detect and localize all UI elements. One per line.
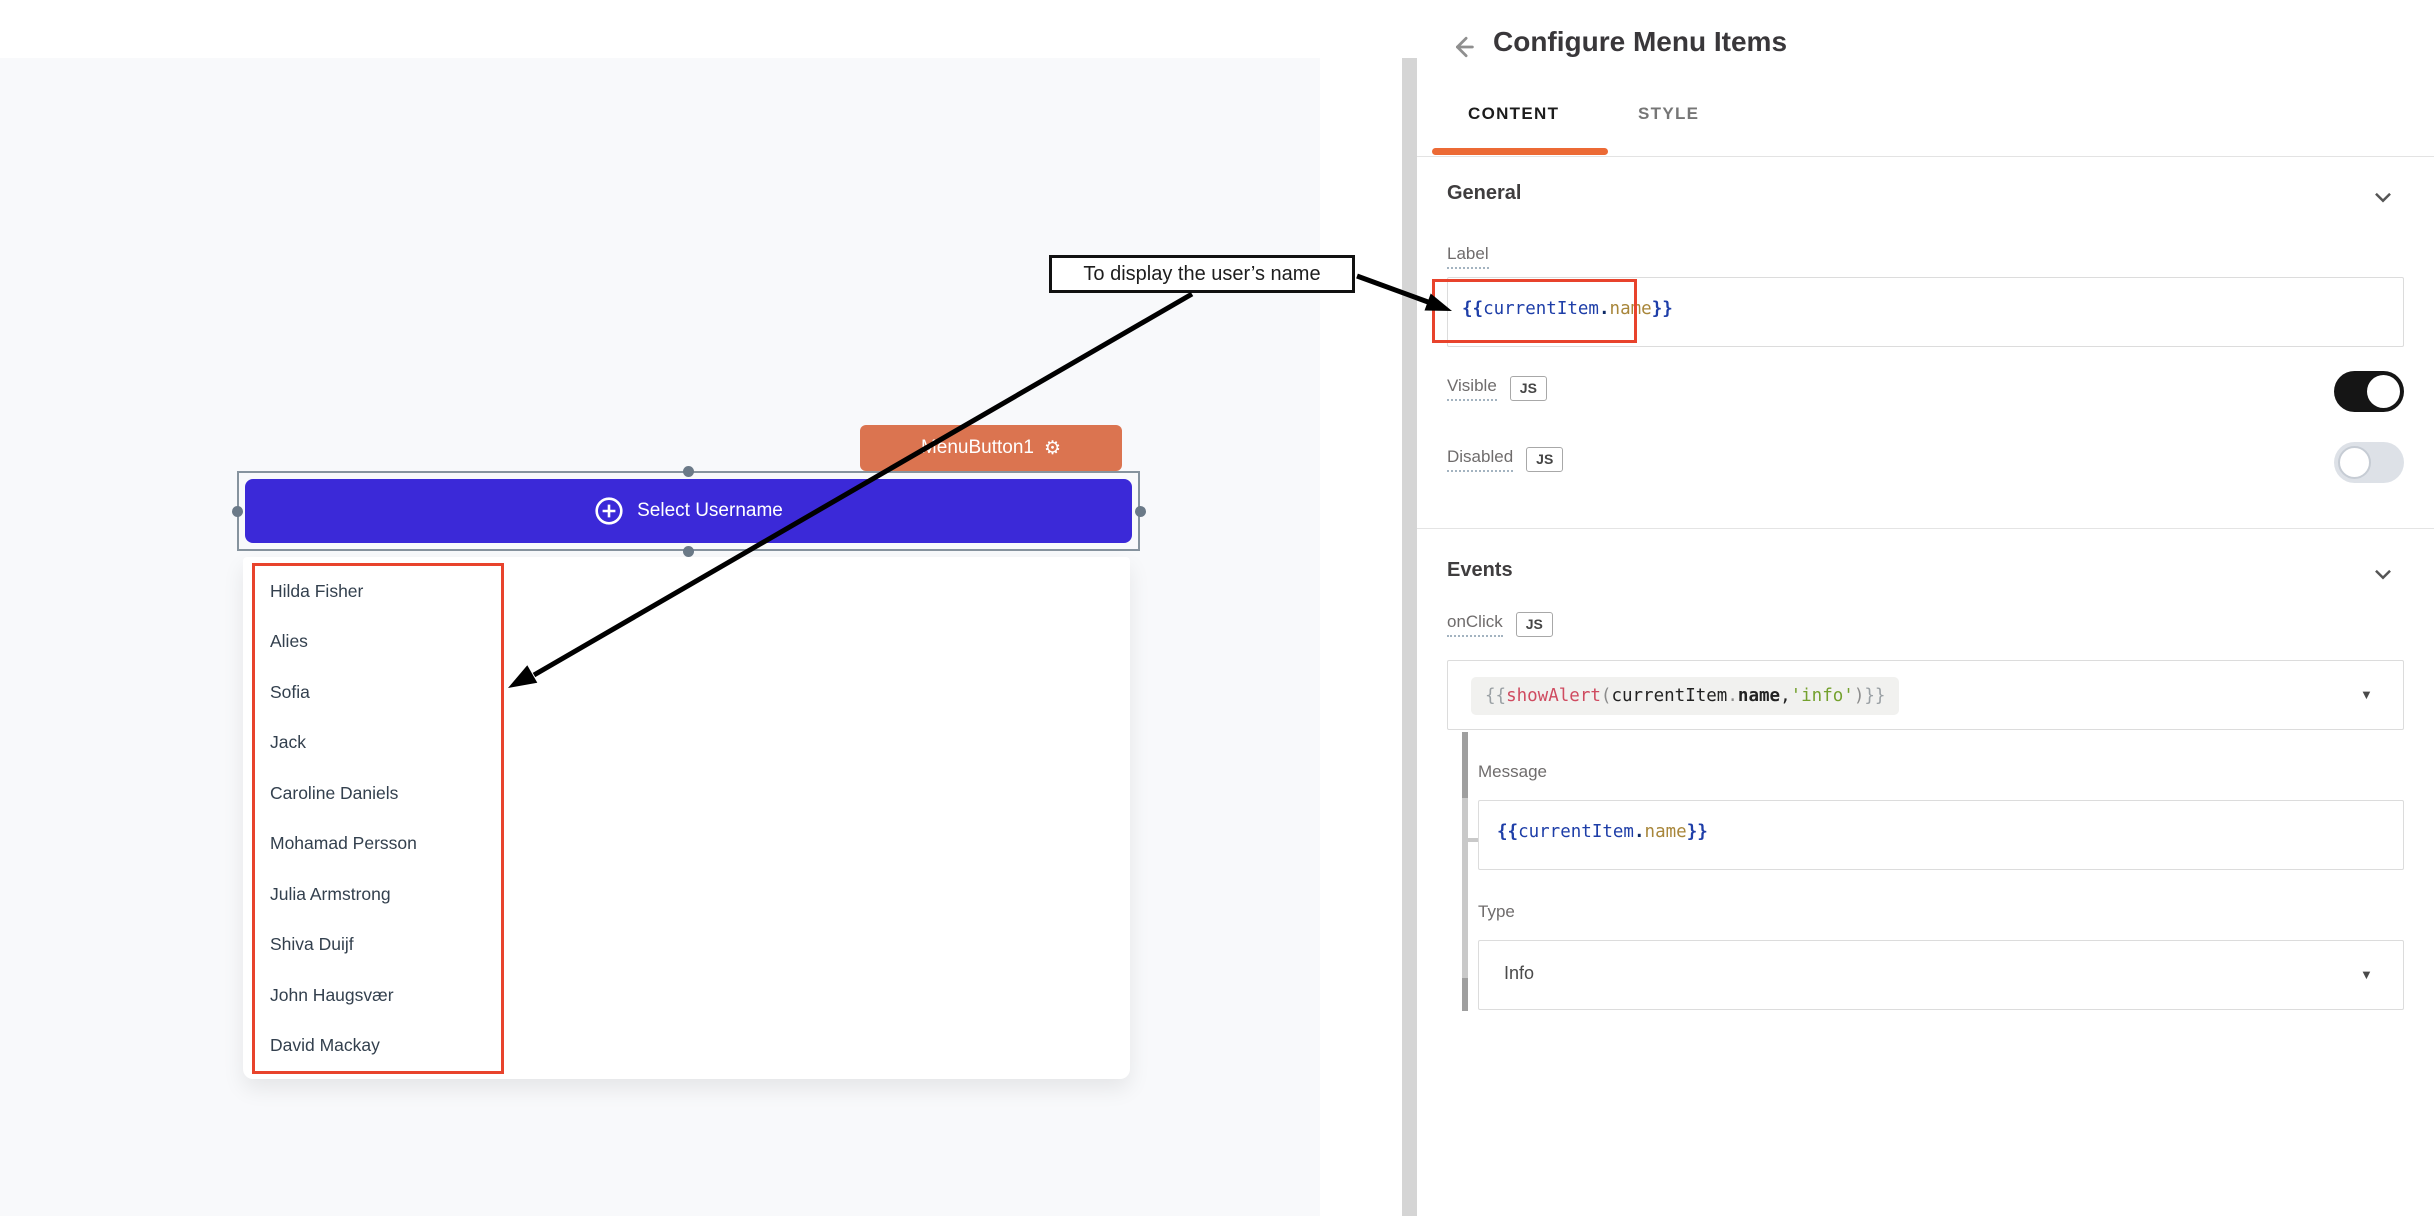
app-window: MenuButton1 ⚙ Select Username Hilda Fish… (0, 0, 2434, 1216)
widget-name-tag[interactable]: MenuButton1 ⚙ (860, 425, 1122, 471)
visible-toggle[interactable] (2334, 371, 2404, 412)
chevron-down-icon[interactable] (2370, 184, 2396, 210)
menu-item[interactable]: John Haugsvær (255, 970, 501, 1021)
dropdown-caret-icon[interactable]: ▼ (2360, 967, 2373, 982)
menu-item[interactable]: Jack (255, 718, 501, 769)
onclick-property-name: onClick (1447, 612, 1503, 637)
menu-item[interactable]: Shiva Duijf (255, 920, 501, 971)
disabled-toggle[interactable] (2334, 442, 2404, 483)
annotation-text: To display the user’s name (1083, 263, 1320, 286)
menu-item[interactable]: Caroline Daniels (255, 768, 501, 819)
section-general[interactable]: General (1447, 182, 1521, 205)
menu-item[interactable]: Hilda Fisher (255, 566, 501, 617)
back-arrow-icon[interactable] (1448, 32, 1478, 62)
active-tab-indicator (1432, 148, 1608, 155)
annotation-callout: To display the user’s name (1049, 255, 1355, 293)
menu-item[interactable]: Alies (255, 617, 501, 668)
onclick-js-toggle-badge[interactable]: JS (1516, 612, 1553, 637)
menu-item-list-highlight: Hilda FisherAliesSofiaJackCaroline Danie… (252, 563, 504, 1074)
visible-property-name: Visible (1447, 376, 1497, 401)
type-property-name: Type (1478, 902, 1515, 922)
indent-bar-cap (1462, 732, 1468, 798)
menu-button-widget[interactable]: Select Username (245, 479, 1132, 543)
indent-bar-cap (1462, 978, 1468, 1011)
visible-js-toggle-badge[interactable]: JS (1510, 376, 1547, 401)
resize-handle-top[interactable] (683, 466, 694, 477)
label-code-input[interactable]: {{currentItem.name}} (1447, 277, 2404, 347)
resize-handle-right[interactable] (1135, 506, 1146, 517)
chevron-down-icon[interactable] (2370, 561, 2396, 587)
disabled-js-toggle-badge[interactable]: JS (1526, 447, 1563, 472)
onclick-action-chip[interactable]: {{showAlert(currentItem.name,'info')}} (1471, 677, 1899, 715)
message-code-input[interactable]: {{currentItem.name}} (1478, 800, 2404, 870)
tab-style[interactable]: STYLE (1638, 104, 1699, 124)
resize-handle-left[interactable] (232, 506, 243, 517)
dropdown-caret-icon[interactable]: ▼ (2360, 687, 2373, 702)
type-select[interactable]: Info ▼ (1478, 940, 2404, 1010)
widget-name-label: MenuButton1 (921, 437, 1034, 459)
menu-button-label: Select Username (637, 500, 783, 522)
type-select-value: Info (1504, 963, 1534, 984)
menu-item[interactable]: Sofia (255, 667, 501, 718)
menu-item[interactable]: Mohamad Persson (255, 819, 501, 870)
label-property-name: Label (1447, 244, 1489, 269)
toggle-knob (2367, 375, 2400, 408)
plus-circle-icon (594, 496, 624, 526)
pane-title: Configure Menu Items (1493, 26, 1787, 58)
tab-divider (1417, 156, 2434, 157)
message-property-name: Message (1478, 762, 1547, 782)
toggle-knob (2338, 446, 2371, 479)
menu-item[interactable]: Julia Armstrong (255, 869, 501, 920)
resize-handle-bottom[interactable] (683, 546, 694, 557)
panel-scrollbar[interactable] (1402, 58, 1417, 1216)
section-divider (1417, 528, 2434, 529)
gear-icon[interactable]: ⚙ (1044, 439, 1061, 458)
tab-content[interactable]: CONTENT (1468, 104, 1559, 124)
onclick-action-selector[interactable]: {{showAlert(currentItem.name,'info')}} ▼ (1447, 660, 2404, 730)
message-code-value: {{currentItem.name}} (1497, 822, 1708, 842)
section-events[interactable]: Events (1447, 559, 1513, 582)
menu-item[interactable]: David Mackay (255, 1021, 501, 1072)
label-code-value: {{currentItem.name}} (1462, 299, 1673, 319)
disabled-property-name: Disabled (1447, 447, 1513, 472)
action-indent-bar[interactable] (1462, 732, 1468, 1011)
onclick-code-value: {{showAlert(currentItem.name,'info')}} (1485, 686, 1885, 706)
property-pane (1417, 0, 2434, 1216)
